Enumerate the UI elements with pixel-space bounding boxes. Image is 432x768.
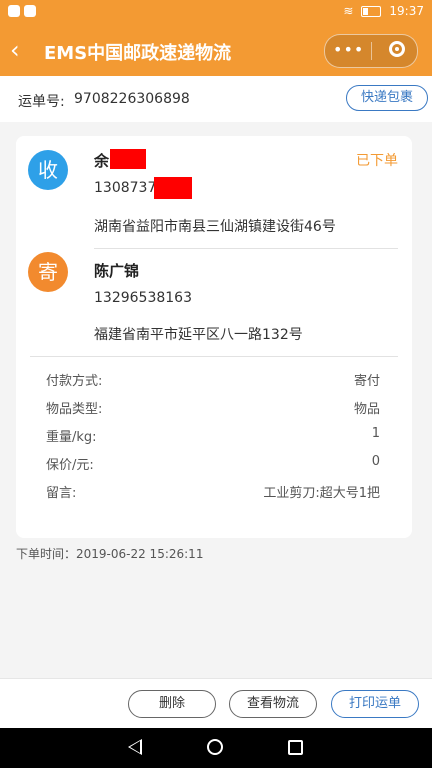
notification-icons	[8, 5, 36, 17]
more-icon[interactable]: •••	[333, 40, 363, 62]
view-logistics-button[interactable]: 查看物流	[229, 690, 317, 718]
detail-key: 保价/元:	[46, 458, 94, 473]
delete-button[interactable]: 删除	[128, 690, 216, 718]
detail-value: 0	[371, 454, 380, 469]
waybill-number: 9708226306898	[74, 91, 190, 107]
system-nav-bar	[0, 728, 432, 768]
divider	[94, 248, 398, 249]
order-time: 下单时间：2019-06-22 15:26:11	[16, 547, 204, 561]
sender-address: 福建省南平市延平区八一路132号	[94, 327, 303, 343]
waybill-label: 运单号:	[18, 94, 65, 110]
waybill-bar: 运单号: 9708226306898 快递包裹	[0, 76, 432, 122]
redaction-mark	[110, 149, 146, 169]
receiver-address: 湖南省益阳市南县三仙湖镇建设街46号	[94, 219, 336, 235]
capsule-divider	[371, 42, 372, 60]
system-status: ≋ 19:37	[343, 4, 424, 18]
receiver-phone: 1308737	[94, 180, 157, 196]
nav-back-icon[interactable]	[128, 739, 142, 755]
detail-value: 寄付	[353, 374, 380, 389]
detail-key: 重量/kg:	[46, 430, 97, 445]
nav-recents-icon[interactable]	[288, 740, 303, 755]
detail-key: 付款方式:	[46, 374, 103, 389]
order-card: 收 余 1308737 湖南省益阳市南县三仙湖镇建设街46号 已下单 寄 陈广锦…	[16, 136, 412, 538]
page-title: EMS中国邮政速递物流	[44, 43, 232, 64]
detail-value: 1	[371, 426, 380, 441]
title-bar: ‹ EMS中国邮政速递物流 •••	[0, 24, 432, 76]
action-footer: 删除 查看物流 打印运单	[0, 678, 432, 729]
detail-key: 留言:	[46, 486, 77, 501]
order-status: 已下单	[356, 153, 398, 169]
sender-badge: 寄	[28, 252, 68, 292]
nav-home-icon[interactable]	[207, 739, 223, 755]
miniapp-capsule: •••	[324, 34, 418, 68]
wifi-icon: ≋	[343, 4, 354, 18]
app-icon	[8, 5, 20, 17]
redaction-mark	[154, 177, 192, 199]
back-icon[interactable]: ‹	[10, 36, 32, 64]
close-miniapp-icon[interactable]	[389, 41, 405, 57]
print-waybill-button[interactable]: 打印运单	[331, 690, 419, 718]
sender-phone: 13296538163	[94, 290, 192, 306]
sender-name: 陈广锦	[94, 262, 140, 280]
detail-value: 物品	[353, 402, 380, 417]
detail-key: 物品类型:	[46, 402, 103, 417]
clock: 19:37	[389, 4, 424, 18]
app-icon	[24, 5, 36, 17]
divider	[30, 356, 398, 357]
battery-icon	[361, 5, 382, 17]
receiver-name: 余	[94, 152, 110, 170]
package-type-button[interactable]: 快递包裹	[346, 85, 428, 111]
receiver-badge: 收	[28, 150, 68, 190]
detail-value: 工业剪刀:超大号1把	[263, 486, 380, 501]
status-bar: ≋ 19:37	[0, 0, 432, 24]
